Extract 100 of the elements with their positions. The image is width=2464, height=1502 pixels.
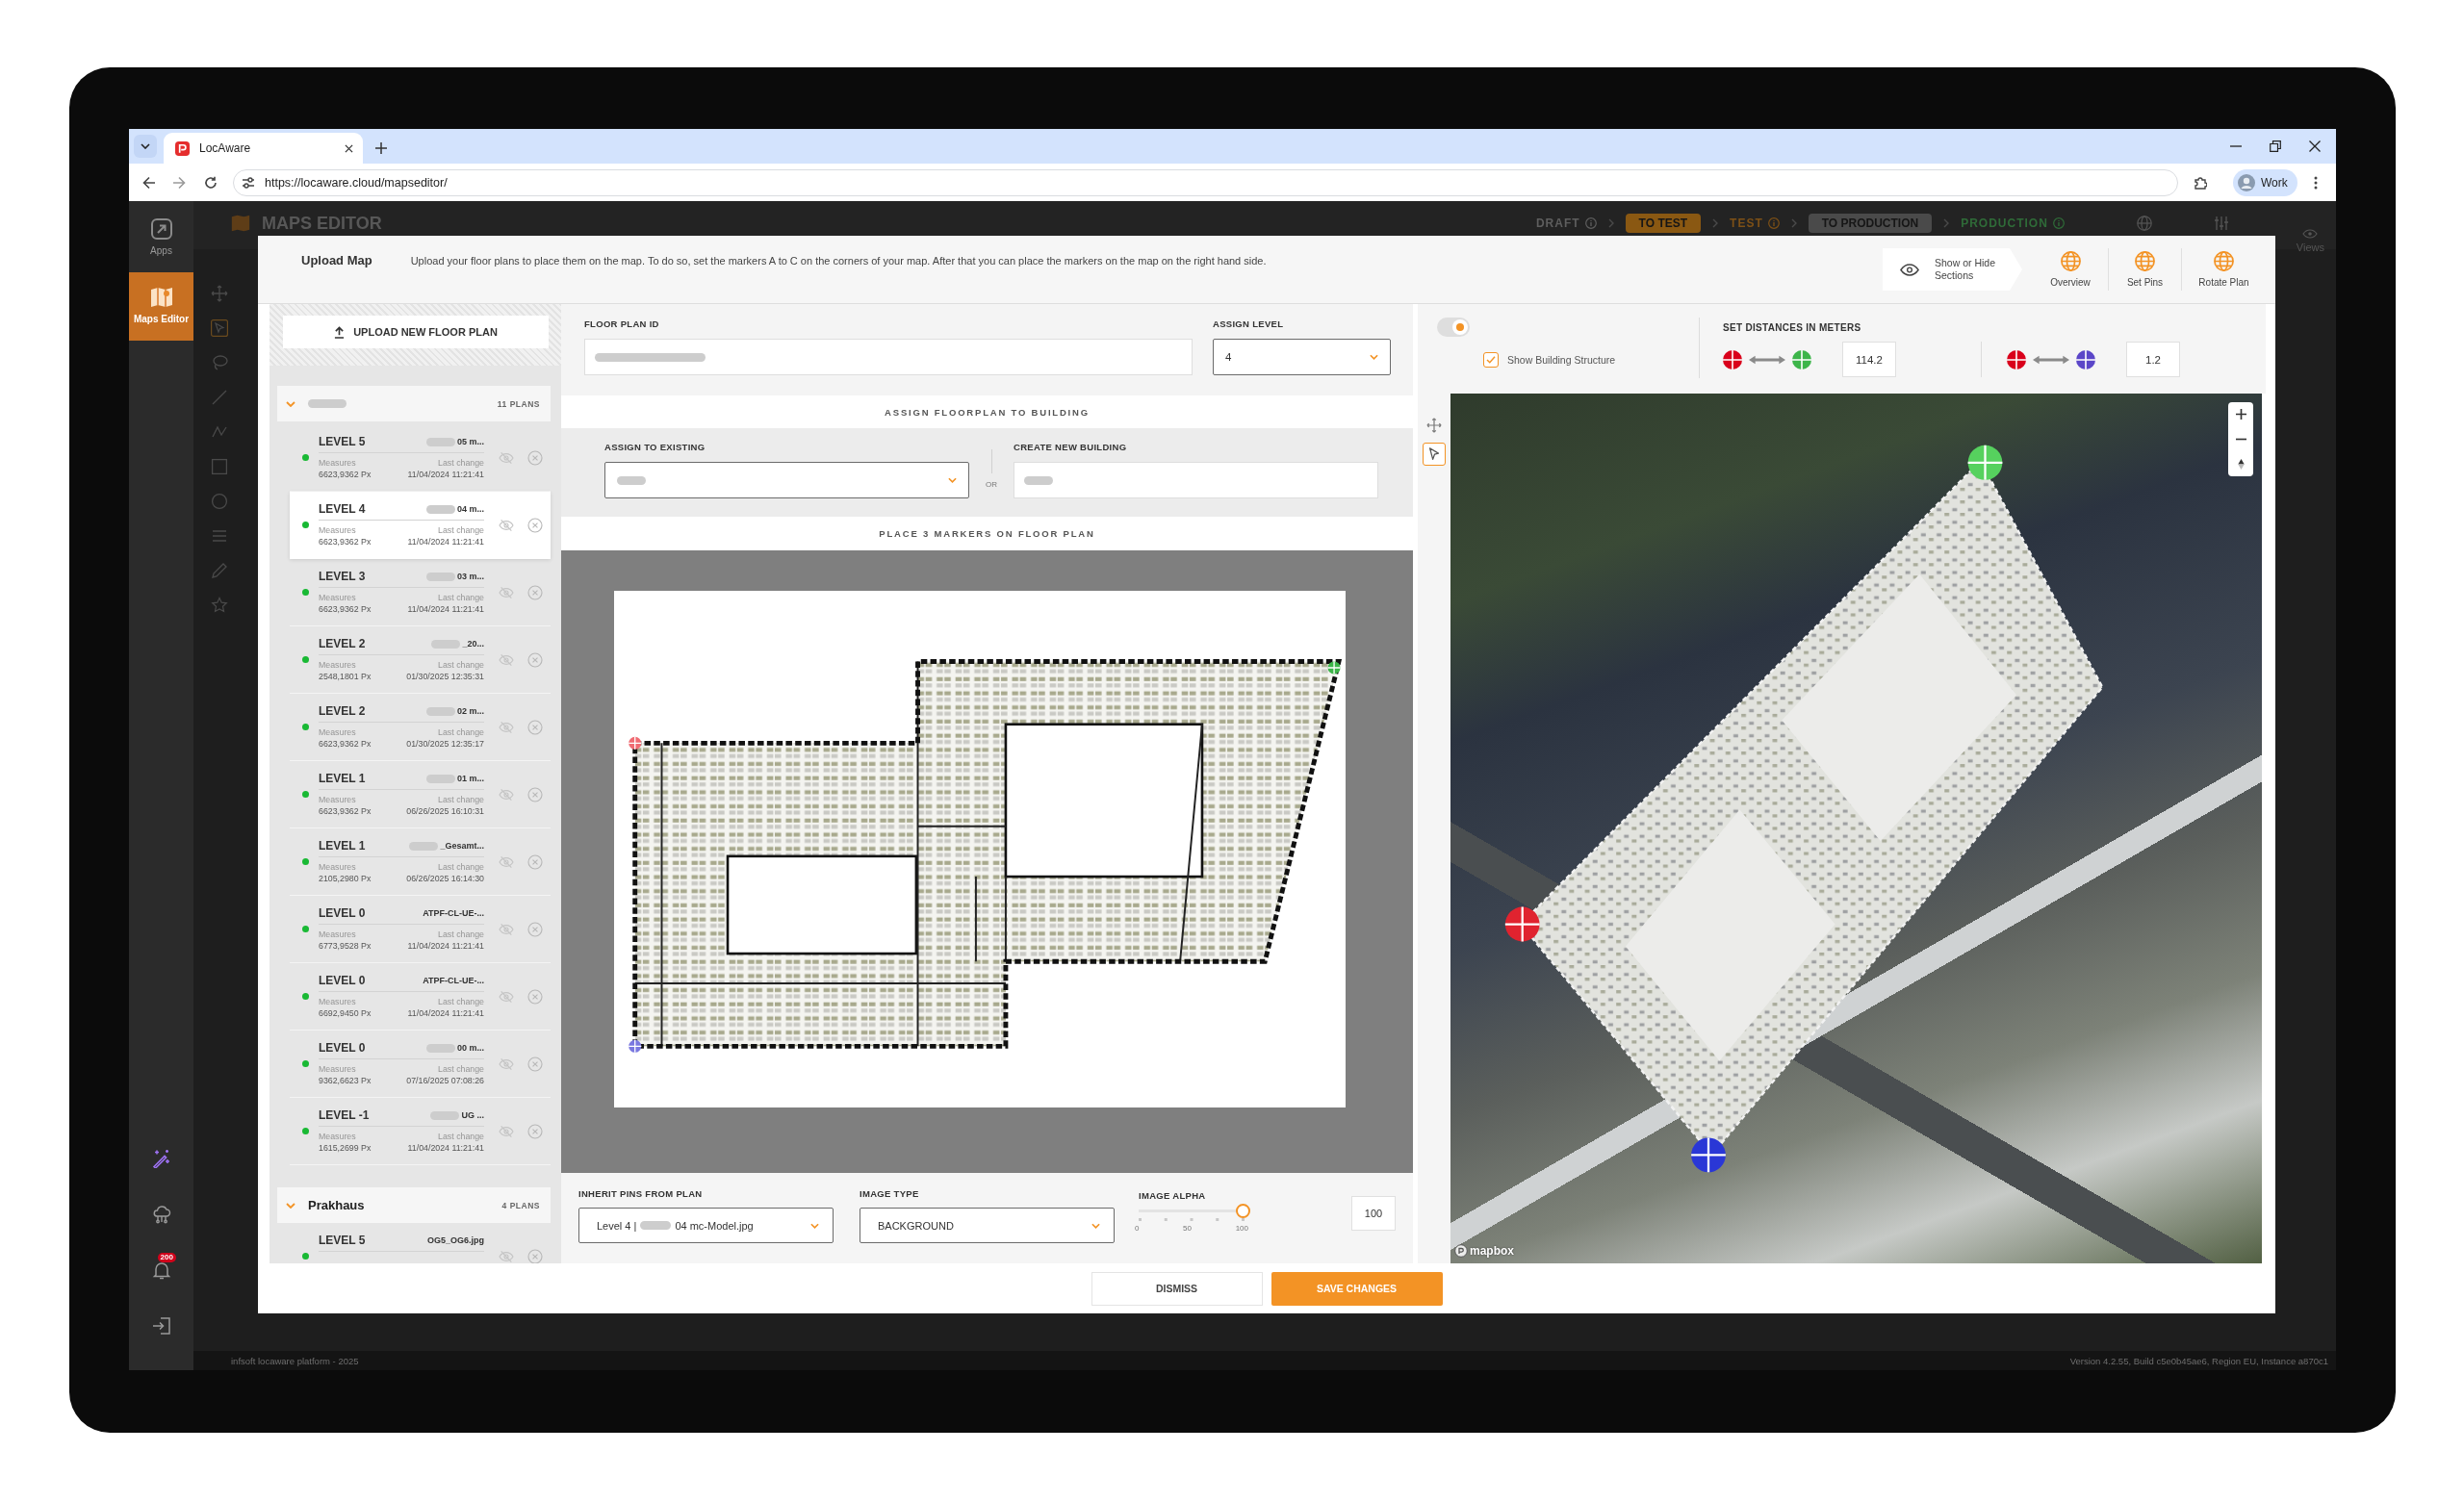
- line-icon[interactable]: [211, 389, 228, 406]
- toolbar-button[interactable]: Overview: [2033, 248, 2108, 291]
- eye-slash-icon[interactable]: [499, 1249, 514, 1263]
- eye-slash-icon[interactable]: [499, 989, 514, 1005]
- star-icon[interactable]: [211, 597, 228, 614]
- map-attribution[interactable]: mapbox: [1470, 1244, 1514, 1258]
- toolbar-button[interactable]: Rotate Plan: [2181, 248, 2266, 291]
- new-tab-icon[interactable]: [375, 142, 387, 154]
- marker-icon[interactable]: [628, 1039, 642, 1054]
- browser-tab[interactable]: LocAware: [164, 133, 363, 164]
- checkbox[interactable]: [1483, 352, 1499, 368]
- building-group-header[interactable]: 11 PLANS: [277, 386, 551, 421]
- crosshair-marker-icon[interactable]: [1966, 444, 2004, 481]
- map-photo-placeholder[interactable]: mapbox: [1450, 394, 2262, 1263]
- more-menu-icon[interactable]: [2314, 175, 2318, 190]
- marker-icon[interactable]: [1326, 660, 1342, 675]
- eye-slash-icon[interactable]: [499, 652, 514, 668]
- remove-circle-icon[interactable]: [527, 1056, 543, 1072]
- floor-plan-list-item[interactable]: LEVEL 2 _20... Measures 2548,1801 Px Last change 01/30/2025 12:35:31: [290, 626, 551, 694]
- pointer-icon[interactable]: [211, 319, 228, 337]
- floor-plan-list-item[interactable]: LEVEL -1 UG ... Measures 1615,2699 Px Last change 11/04/2024 11:21:41: [290, 1098, 551, 1165]
- show-hide-sections-button[interactable]: Show or Hide Sections: [1883, 248, 2022, 291]
- site-info-icon[interactable]: [242, 175, 255, 190]
- floor-plan-list-item[interactable]: LEVEL 2 02 m... Measures 6623,9362 Px Last change 01/30/2025 12:35:17: [290, 694, 551, 761]
- crosshair-marker-icon[interactable]: [1690, 1136, 1727, 1174]
- eye-slash-icon[interactable]: [499, 1056, 514, 1072]
- remove-circle-icon[interactable]: [527, 922, 543, 937]
- close-tab-icon[interactable]: [345, 143, 353, 153]
- remove-circle-icon[interactable]: [527, 787, 543, 802]
- sidebar-nav-item[interactable]: Apps: [129, 201, 193, 272]
- rectangle-icon[interactable]: [211, 458, 228, 475]
- crosshair-marker-icon[interactable]: [1503, 905, 1541, 943]
- image-type-select[interactable]: BACKGROUND: [860, 1208, 1115, 1243]
- zoom-in-icon[interactable]: [2235, 409, 2246, 420]
- forward-icon[interactable]: [172, 175, 186, 190]
- building-group-header[interactable]: Prakhaus 4 PLANS: [277, 1187, 551, 1223]
- distance-field[interactable]: 1.2: [2126, 342, 2180, 377]
- lasso-icon[interactable]: [211, 354, 228, 371]
- floor-plan-list-item[interactable]: LEVEL 1 01 m... Measures 6623,9362 Px Last change 06/26/2025 16:10:31: [290, 761, 551, 828]
- eye-slash-icon[interactable]: [499, 854, 514, 870]
- slider-thumb[interactable]: [1236, 1204, 1250, 1218]
- profile-button[interactable]: Work: [2233, 168, 2297, 196]
- info-icon[interactable]: [2052, 217, 2065, 229]
- toolbar-button[interactable]: Set Pins: [2108, 248, 2181, 291]
- reload-icon[interactable]: [204, 175, 218, 190]
- remove-circle-icon[interactable]: [527, 720, 543, 735]
- building-select[interactable]: [604, 462, 969, 498]
- compass-icon[interactable]: [2235, 458, 2246, 470]
- magic-wand-icon[interactable]: [151, 1149, 171, 1168]
- eye-icon[interactable]: [2302, 229, 2319, 239]
- bell-icon[interactable]: [151, 1260, 171, 1280]
- move-icon[interactable]: [211, 285, 228, 302]
- pencil-icon[interactable]: [211, 562, 228, 579]
- eye-slash-icon[interactable]: [499, 922, 514, 937]
- extension-icon[interactable]: [2194, 175, 2207, 190]
- restore-icon[interactable]: [2270, 140, 2281, 152]
- last-change-label: Last change: [438, 524, 484, 536]
- back-icon[interactable]: [142, 175, 156, 190]
- floor-plan-list-item[interactable]: LEVEL 0 ATPF-CL-UE-... Measures 6773,9528 Px Last change 11/04/2024 11:21:41: [290, 896, 551, 963]
- eye-slash-icon[interactable]: [499, 450, 514, 466]
- remove-circle-icon[interactable]: [527, 854, 543, 870]
- eye-slash-icon[interactable]: [499, 1124, 514, 1139]
- cloud-network-icon[interactable]: [151, 1205, 171, 1224]
- eye-slash-icon[interactable]: [499, 585, 514, 600]
- select-tool-button[interactable]: [1423, 443, 1446, 466]
- dismiss-button[interactable]: DISMISS: [1091, 1271, 1263, 1306]
- eye-slash-icon[interactable]: [499, 720, 514, 735]
- floor-plan-list-item[interactable]: LEVEL 0 ATPF-CL-UE-... Measures 6692,9450 Px Last change 11/04/2024 11:21:41: [290, 963, 551, 1031]
- remove-circle-icon[interactable]: [527, 585, 543, 600]
- floor-plan-list-item[interactable]: LEVEL 3 03 m... Measures 6623,9362 Px Last change 11/04/2024 11:21:41: [290, 559, 551, 626]
- globe-icon[interactable]: [2136, 216, 2152, 231]
- alpha-value-field[interactable]: 100: [1351, 1196, 1396, 1231]
- circle-icon[interactable]: [211, 493, 228, 510]
- remove-circle-icon[interactable]: [527, 989, 543, 1005]
- floor-plan-list-item[interactable]: LEVEL 1 _Gesamt... Measures 2105,2980 Px Last change 06/26/2025 16:14:30: [290, 828, 551, 896]
- tab-search-button[interactable]: [134, 135, 157, 158]
- upload-floor-plan-button[interactable]: UPLOAD NEW FLOOR PLAN: [283, 316, 549, 348]
- floor-plan-list-item[interactable]: LEVEL 4 04 m... Measures 6623,9362 Px Last change 11/04/2024 11:21:41: [290, 492, 551, 559]
- plan-canvas[interactable]: [561, 550, 1413, 1173]
- eye-slash-icon[interactable]: [499, 518, 514, 533]
- logout-icon[interactable]: [151, 1316, 171, 1336]
- eye-slash-icon[interactable]: [499, 787, 514, 802]
- marker-icon[interactable]: [628, 736, 642, 751]
- info-icon[interactable]: [1767, 217, 1780, 229]
- info-icon[interactable]: [1584, 217, 1597, 229]
- close-icon[interactable]: [2309, 140, 2321, 152]
- distance-field[interactable]: 114.2: [1842, 342, 1896, 377]
- remove-circle-icon[interactable]: [527, 518, 543, 533]
- list-icon[interactable]: [211, 527, 228, 545]
- level-select[interactable]: 4: [1213, 339, 1391, 375]
- remove-circle-icon[interactable]: [527, 652, 543, 668]
- floor-plan-list-item[interactable]: LEVEL 0 00 m... Measures 9362,6623 Px Last change 07/16/2025 07:08:26: [290, 1031, 551, 1098]
- floor-plan-id-field[interactable]: [584, 339, 1193, 375]
- building-name-field[interactable]: [1014, 462, 1378, 498]
- inherit-pins-select[interactable]: Level 4 | 04 mc-Model.jpg: [578, 1208, 834, 1243]
- toggle-switch[interactable]: [1437, 318, 1470, 337]
- remove-circle-icon[interactable]: [527, 450, 543, 466]
- remove-circle-icon[interactable]: [527, 1124, 543, 1139]
- sidebar-nav-item[interactable]: Maps Editor: [129, 272, 193, 341]
- sliders-icon[interactable]: [2213, 216, 2229, 231]
